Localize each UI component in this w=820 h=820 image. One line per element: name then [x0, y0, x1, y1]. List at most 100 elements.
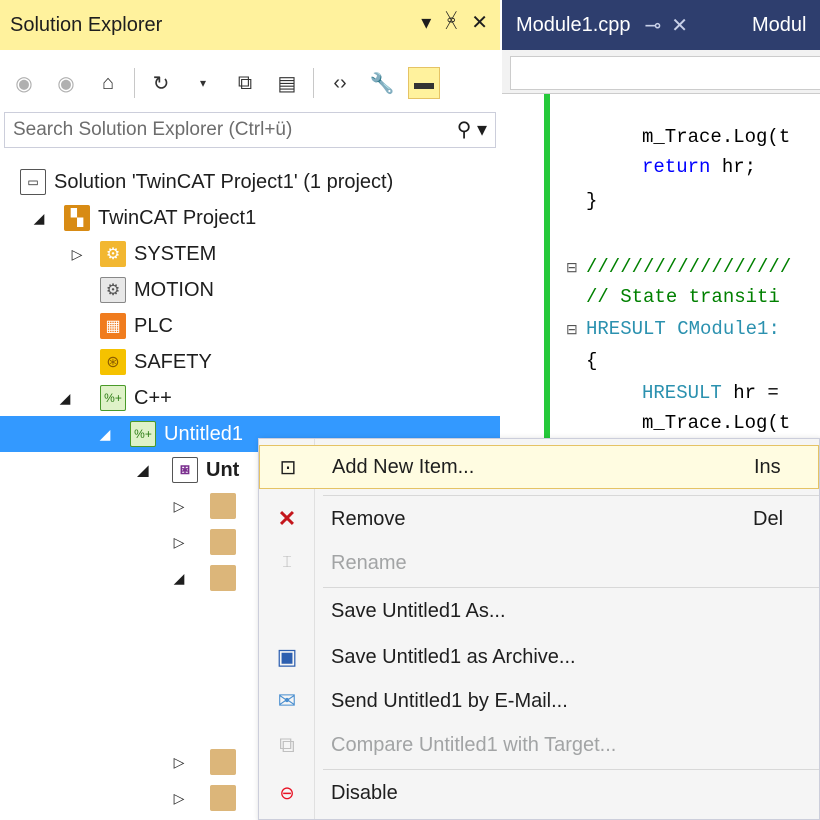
- context-menu: ⊡ Add New Item... Ins ✕ Remove Del ⌶ Ren…: [258, 438, 820, 820]
- menu-item-rename[interactable]: ⌶ Rename: [259, 541, 819, 585]
- tree-item-label: PLC: [134, 314, 173, 337]
- expanded-arrow-icon[interactable]: ◢: [56, 390, 74, 407]
- system-gear-icon: ⚙: [100, 241, 126, 267]
- panel-title: Solution Explorer: [10, 13, 163, 36]
- folder-icon: [210, 749, 236, 775]
- tree-item-solution[interactable]: ▭ Solution 'TwinCAT Project1' (1 project…: [20, 164, 393, 200]
- tree-item-plc[interactable]: ▦ PLC: [100, 308, 173, 344]
- expanded-arrow-icon[interactable]: ◢: [96, 426, 114, 443]
- collapsed-arrow-icon[interactable]: ▷: [170, 498, 188, 515]
- module-instance-icon: ⧆: [172, 457, 198, 483]
- toolbar-divider: [313, 68, 314, 98]
- menu-item-label: Send Untitled1 by E-Mail...: [331, 689, 568, 712]
- code-text: hr;: [710, 156, 757, 178]
- collapse-all-icon[interactable]: ⧉: [229, 67, 261, 99]
- code-type: HRESULT: [642, 382, 722, 404]
- forward-icon[interactable]: ◉: [50, 67, 82, 99]
- editor-navigation-bar: [502, 50, 820, 94]
- tree-item-hidden[interactable]: ▷: [170, 744, 244, 780]
- folder-icon: [210, 785, 236, 811]
- tree-item-label: Solution 'TwinCAT Project1' (1 project): [54, 170, 394, 193]
- pending-changes-icon[interactable]: ↻: [145, 67, 177, 99]
- archive-icon: ▣: [276, 644, 298, 669]
- collapsed-arrow-icon[interactable]: ▷: [68, 246, 86, 263]
- menu-item-send-by-email[interactable]: ✉ Send Untitled1 by E-Mail...: [259, 679, 819, 723]
- cpp-icon: %+: [100, 385, 126, 411]
- code-line: m_Trace.Log(t: [642, 126, 791, 148]
- motion-icon: ⚙: [100, 277, 126, 303]
- menu-item-label: Rename: [331, 551, 407, 574]
- code-line: {: [586, 350, 598, 372]
- tree-item-label: TwinCAT Project1: [98, 206, 257, 229]
- view-code-icon[interactable]: ‹›: [324, 67, 356, 99]
- tree-item-hidden[interactable]: ▷: [170, 524, 244, 560]
- pin-icon[interactable]: ᚸ: [445, 10, 457, 35]
- expanded-arrow-icon[interactable]: ◢: [134, 462, 152, 479]
- menu-separator: [323, 769, 819, 770]
- compare-icon: ⧉: [279, 732, 295, 757]
- code-line: }: [586, 190, 598, 212]
- collapsed-arrow-icon[interactable]: ▷: [170, 754, 188, 771]
- cpp-module-icon: %+: [130, 421, 156, 447]
- tab-module1-cpp[interactable]: Module1.cpp ⊸ ✕: [516, 0, 688, 50]
- plc-icon: ▦: [100, 313, 126, 339]
- collapse-icon[interactable]: ⊟: [566, 322, 578, 339]
- code-line: HRESULT CModule1:: [586, 318, 780, 340]
- menu-item-label: Save Untitled1 As...: [331, 599, 506, 622]
- tree-item-project[interactable]: ◢ ▚ TwinCAT Project1: [30, 200, 256, 236]
- menu-item-add-new-item[interactable]: ⊡ Add New Item... Ins: [259, 445, 819, 489]
- collapse-icon[interactable]: ⊟: [566, 260, 578, 277]
- menu-item-label: Add New Item...: [332, 455, 475, 478]
- rename-icon: ⌶: [282, 554, 292, 571]
- tree-item-untitled-child[interactable]: ◢ ⧆ Unt: [134, 452, 239, 488]
- tab-label: Modul: [752, 13, 807, 36]
- dropdown-arrow-icon[interactable]: ▾: [421, 10, 431, 35]
- menu-item-disable[interactable]: ⊖ Disable: [259, 771, 819, 815]
- menu-item-save-as[interactable]: Save Untitled1 As...: [259, 589, 819, 633]
- menu-item-remove[interactable]: ✕ Remove Del: [259, 497, 819, 541]
- toolbar-divider: [134, 68, 135, 98]
- tab-module[interactable]: Modul: [752, 0, 806, 50]
- code-line: // State transiti: [586, 286, 780, 308]
- navigation-dropdown[interactable]: [510, 56, 820, 90]
- tree-item-label: SYSTEM: [134, 242, 217, 265]
- code-text: CModule1:: [665, 318, 780, 340]
- tree-item-hidden[interactable]: ▷: [170, 780, 244, 816]
- expanded-arrow-icon[interactable]: ◢: [170, 570, 188, 587]
- tree-item-motion[interactable]: ⚙ MOTION: [100, 272, 214, 308]
- tree-item-label: Unt: [206, 458, 240, 481]
- home-icon[interactable]: ⌂: [92, 67, 124, 99]
- tree-item-safety[interactable]: ⊛ SAFETY: [100, 344, 212, 380]
- expanded-arrow-icon[interactable]: ◢: [30, 210, 48, 227]
- menu-item-shortcut: Ins: [754, 455, 781, 478]
- tree-item-cpp[interactable]: ◢ %+ C++: [56, 380, 172, 416]
- editor-tab-bar: Module1.cpp ⊸ ✕ Modul: [502, 0, 820, 50]
- close-icon[interactable]: ✕: [671, 13, 688, 38]
- tab-label: Module1.cpp: [516, 13, 631, 36]
- folder-open-icon: [210, 565, 236, 591]
- pin-icon[interactable]: ⊸: [645, 13, 662, 38]
- menu-item-shortcut: Del: [753, 507, 784, 530]
- code-line: m_Trace.Log(t: [642, 412, 791, 434]
- tree-item-hidden[interactable]: ◢: [170, 560, 244, 596]
- add-new-item-icon: ⊡: [279, 456, 297, 479]
- close-icon[interactable]: ✕: [471, 10, 488, 35]
- menu-item-compare-with-target[interactable]: ⧉ Compare Untitled1 with Target...: [259, 723, 819, 767]
- collapsed-arrow-icon[interactable]: ▷: [170, 790, 188, 807]
- collapsed-arrow-icon[interactable]: ▷: [170, 534, 188, 551]
- search-icon[interactable]: ⚲ ▾: [457, 117, 487, 142]
- chevron-down-icon[interactable]: ▾: [187, 67, 219, 99]
- properties-wrench-icon[interactable]: 🔧: [366, 67, 398, 99]
- menu-item-label: Disable: [331, 781, 398, 804]
- menu-item-label: Compare Untitled1 with Target...: [331, 733, 617, 756]
- preview-selected-items-icon[interactable]: ▬: [408, 67, 440, 99]
- back-icon[interactable]: ◉: [8, 67, 40, 99]
- tree-item-system[interactable]: ▷ ⚙ SYSTEM: [68, 236, 216, 272]
- search-placeholder: Search Solution Explorer (Ctrl+ü): [13, 119, 293, 140]
- menu-item-save-as-archive[interactable]: ▣ Save Untitled1 as Archive...: [259, 635, 819, 679]
- tree-item-hidden[interactable]: ▷: [170, 488, 244, 524]
- search-input[interactable]: Search Solution Explorer (Ctrl+ü) ⚲ ▾: [4, 112, 496, 148]
- show-all-files-icon[interactable]: ▤: [271, 67, 303, 99]
- remove-icon: ✕: [277, 506, 297, 531]
- twincat-project-icon: ▚: [64, 205, 90, 231]
